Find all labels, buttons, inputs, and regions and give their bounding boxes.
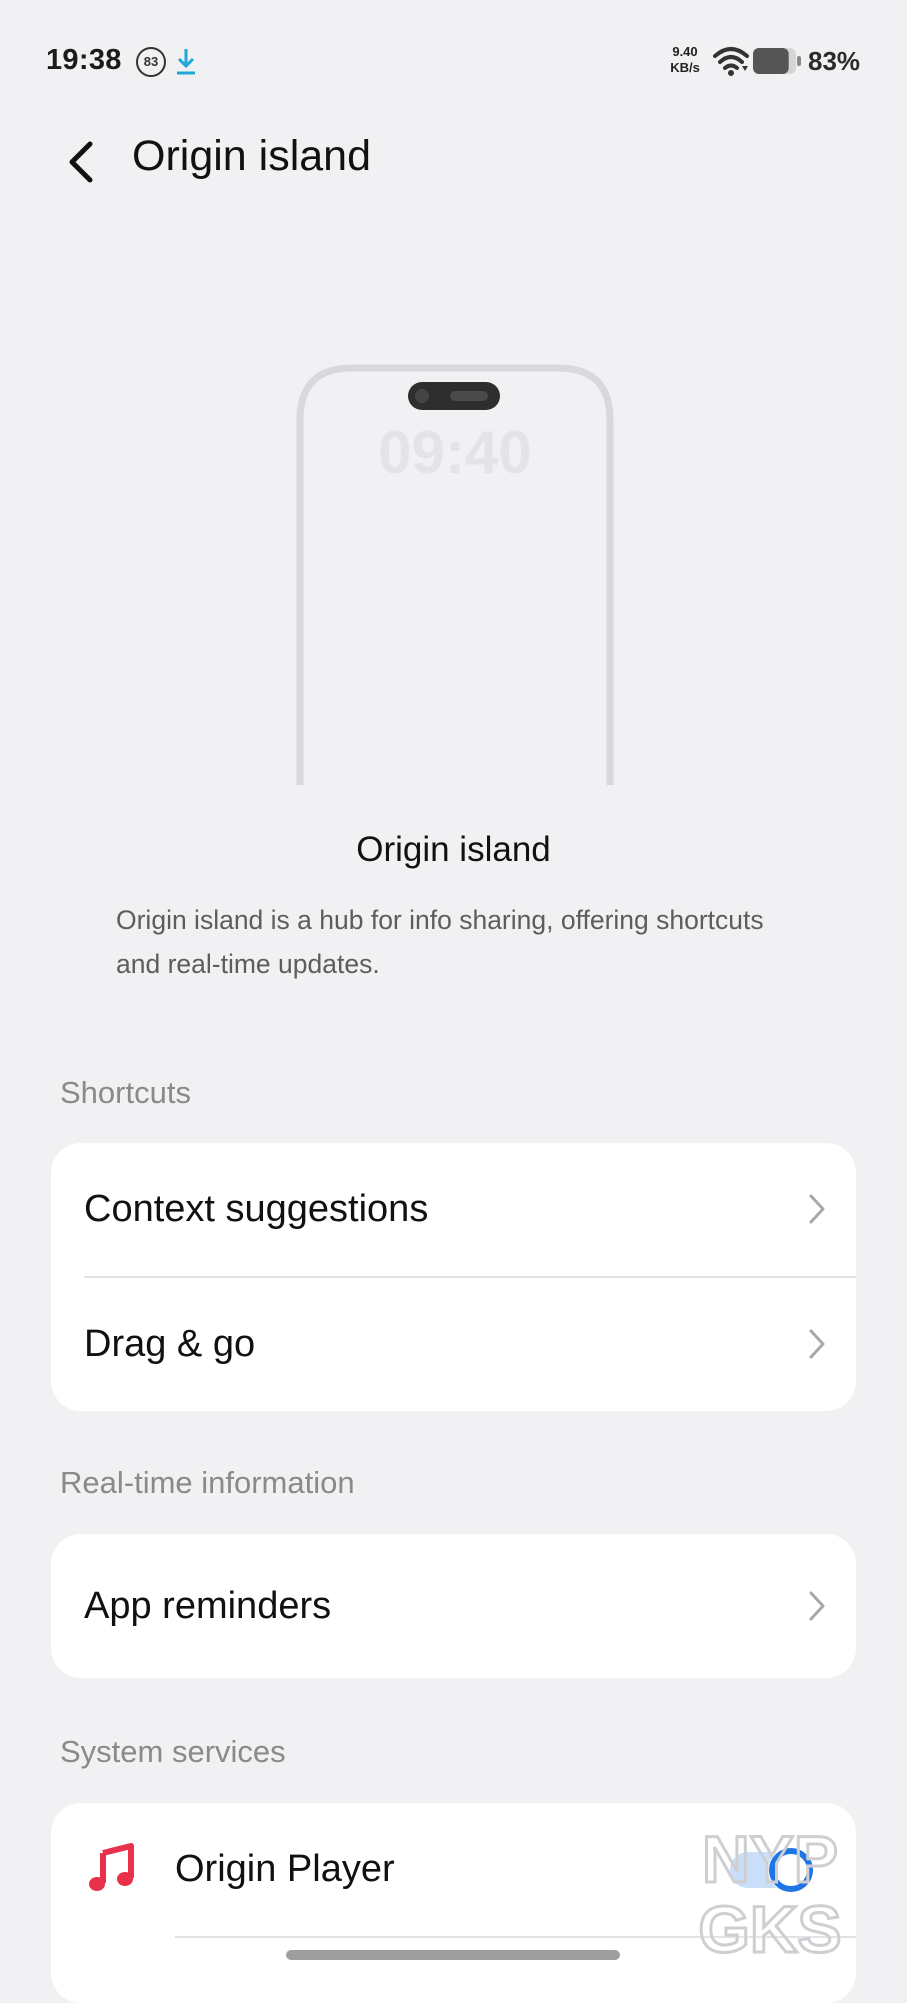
origin-player-label: Origin Player <box>175 1848 395 1890</box>
network-speed-unit: KB/s <box>670 60 700 75</box>
status-bar: 19:38 83 9.40 KB/s 83% <box>0 0 907 120</box>
hero-description: Origin island is a hub for info sharing,… <box>116 905 764 979</box>
battery-icon <box>753 48 801 74</box>
shortcuts-card: Context suggestions Drag & go <box>51 1143 856 1411</box>
home-indicator[interactable] <box>286 1950 620 1960</box>
network-speed-value: 9.40 <box>672 44 698 59</box>
section-label-system: System services <box>60 1734 286 1769</box>
watermark-line2: GKS <box>698 1892 841 1966</box>
battery-percent: 83% <box>808 46 861 76</box>
chevron-right-icon <box>809 1591 825 1621</box>
context-suggestions-label: Context suggestions <box>84 1188 429 1230</box>
realtime-card: App reminders <box>51 1534 856 1678</box>
drag-and-go-row[interactable]: Drag & go <box>51 1278 856 1410</box>
status-time: 19:38 <box>46 44 122 76</box>
notification-count-badge: 83 <box>136 47 166 77</box>
back-button[interactable] <box>56 130 106 194</box>
section-label-realtime: Real-time information <box>60 1465 355 1500</box>
download-arrow-icon <box>177 49 195 75</box>
wifi-icon <box>713 47 749 76</box>
page-title: Origin island <box>132 132 371 180</box>
drag-and-go-label: Drag & go <box>84 1323 256 1365</box>
hero-title: Origin island <box>356 830 551 869</box>
watermark-line1: NYP <box>702 1822 838 1896</box>
chevron-left-icon <box>69 141 93 183</box>
app-reminders-row[interactable]: App reminders <box>51 1540 856 1672</box>
chevron-right-icon <box>809 1194 825 1224</box>
illustration-clock: 09:40 <box>378 419 531 486</box>
context-suggestions-row[interactable]: Context suggestions <box>51 1143 856 1275</box>
network-speed: 9.40 KB/s <box>662 44 708 76</box>
chevron-right-icon <box>809 1329 825 1359</box>
nypgks-watermark: NYP GKS <box>697 1821 843 1968</box>
music-note-icon <box>89 1843 134 1891</box>
phone-illustration: 09:40 <box>296 364 614 785</box>
app-reminders-label: App reminders <box>84 1585 332 1627</box>
section-label-shortcuts: Shortcuts <box>60 1075 191 1110</box>
